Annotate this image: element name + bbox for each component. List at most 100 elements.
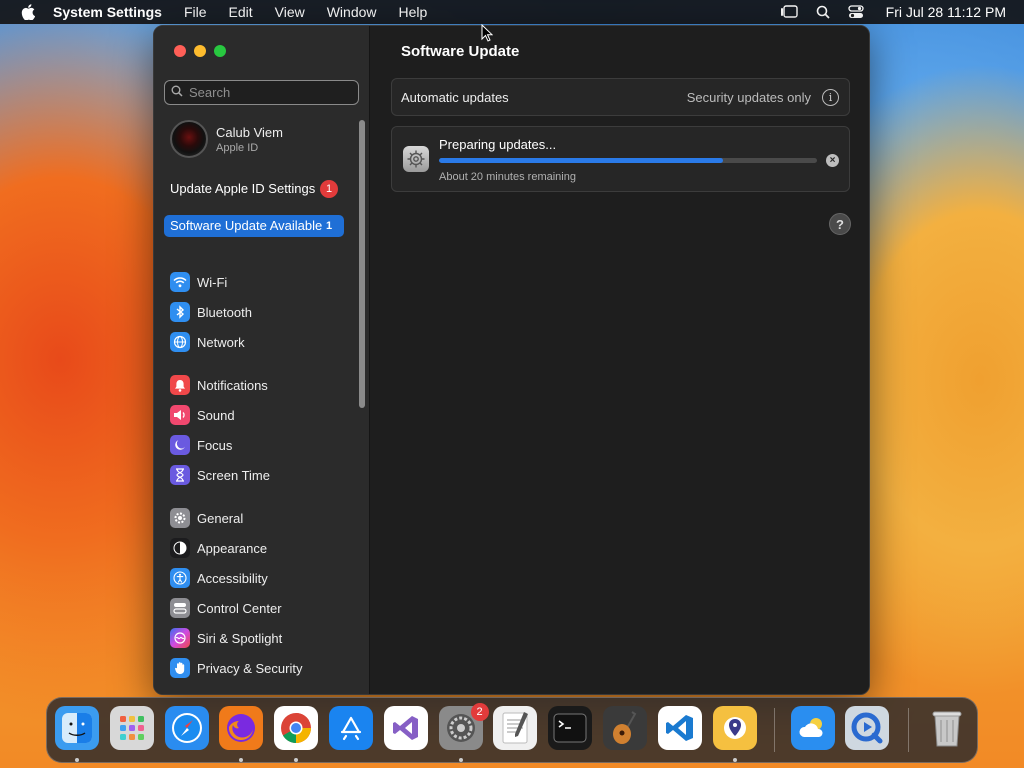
preparing-updates-card: Preparing updates... About 20 minutes re… — [391, 126, 850, 192]
dock-textedit-icon[interactable] — [493, 706, 538, 750]
sidebar-item-label: Update Apple ID Settings — [170, 181, 316, 196]
menu-edit[interactable]: Edit — [229, 4, 253, 20]
notification-badge: 1 — [320, 180, 338, 198]
stage-manager-icon[interactable] — [780, 5, 798, 19]
apple-id-account[interactable]: Calub Viem Apple ID — [170, 120, 283, 158]
system-settings-window: Calub Viem Apple ID Update Apple ID Sett… — [153, 25, 870, 695]
menu-clock[interactable]: Fri Jul 28 11:12 PM — [886, 4, 1006, 20]
dock-vs-code-icon[interactable] — [657, 706, 702, 750]
spotlight-search-icon[interactable] — [816, 5, 830, 19]
search-input[interactable] — [189, 85, 349, 100]
dock-running-indicator — [732, 758, 737, 762]
automatic-updates-label: Automatic updates — [401, 90, 509, 105]
sidebar-item-bluetooth[interactable]: Bluetooth — [170, 301, 252, 323]
sidebar-item-software-update-available[interactable]: Software Update Available 1 — [164, 215, 344, 237]
sidebar-item-label: Wi-Fi — [197, 274, 228, 290]
sidebar-item-control-center[interactable]: Control Center — [170, 597, 282, 619]
dock-app-store-icon[interactable] — [329, 706, 373, 750]
sidebar-item-label: Screen Time — [197, 467, 270, 483]
dock-safari-icon[interactable] — [164, 706, 209, 750]
window-controls — [174, 45, 234, 57]
menu-app-name[interactable]: System Settings — [53, 4, 162, 20]
sidebar-item-label: Sound — [197, 407, 235, 423]
dock-chrome-icon[interactable] — [274, 706, 319, 750]
dock-running-indicator — [75, 758, 79, 762]
sidebar-item-network[interactable]: Network — [170, 331, 245, 353]
close-window-button[interactable] — [174, 45, 186, 57]
minimize-window-button[interactable] — [194, 45, 206, 57]
dock-terminal-icon[interactable] — [548, 706, 593, 750]
search-icon — [171, 84, 183, 102]
dock-running-indicator — [458, 758, 463, 762]
update-progress-bar — [439, 158, 817, 163]
dock-notification-badge: 2 — [470, 703, 489, 721]
apple-menu-icon[interactable] — [18, 0, 38, 24]
menu-help[interactable]: Help — [399, 4, 428, 20]
sidebar-item-label: Focus — [197, 437, 233, 453]
dock-garageband-icon[interactable] — [603, 706, 647, 750]
sidebar-item-general[interactable]: General — [170, 507, 243, 529]
sidebar-item-label: General — [197, 510, 244, 526]
menu-view[interactable]: View — [275, 4, 305, 20]
zoom-window-button[interactable] — [214, 45, 226, 57]
globe-icon — [170, 332, 190, 352]
help-button[interactable]: ? — [829, 213, 851, 235]
sidebar-item-label: Accessibility — [197, 570, 268, 586]
menu-window[interactable]: Window — [327, 4, 377, 20]
sidebar: Calub Viem Apple ID Update Apple ID Sett… — [154, 26, 370, 694]
siri-icon — [170, 628, 190, 648]
sidebar-item-accessibility[interactable]: Accessibility — [170, 567, 268, 589]
sidebar-scrollbar[interactable] — [359, 120, 365, 408]
dock-separator — [908, 708, 909, 752]
cancel-update-button[interactable]: × — [826, 154, 839, 167]
page-title: Software Update — [401, 43, 520, 60]
account-subtitle: Apple ID — [216, 141, 259, 154]
dock-quicktime-icon[interactable] — [845, 706, 889, 750]
dock-running-indicator — [294, 758, 299, 762]
sidebar-item-sound[interactable]: Sound — [170, 404, 235, 426]
sidebar-item-wifi[interactable]: Wi-Fi — [170, 271, 227, 293]
sidebar-item-label: Bluetooth — [197, 304, 252, 320]
sidebar-item-label: Privacy & Security — [197, 660, 303, 676]
dock-finder-icon[interactable] — [55, 706, 99, 750]
accessibility-icon — [170, 568, 190, 588]
dock-trash-icon[interactable] — [925, 706, 969, 750]
software-update-gear-icon — [403, 146, 429, 172]
appearance-icon — [170, 538, 190, 558]
sidebar-item-update-apple-id[interactable]: Update Apple ID Settings 1 — [164, 178, 344, 200]
mouse-cursor-icon — [481, 23, 494, 47]
menu-file[interactable]: File — [184, 4, 207, 20]
sidebar-item-focus[interactable]: Focus — [170, 434, 232, 456]
sidebar-item-label: Appearance — [197, 540, 268, 556]
wifi-icon — [170, 272, 190, 292]
sidebar-item-label: Software Update Available — [170, 218, 323, 233]
automatic-updates-value: Security updates only — [686, 90, 811, 105]
dock-weather-icon[interactable] — [791, 706, 835, 750]
sidebar-item-appearance[interactable]: Appearance — [170, 537, 267, 559]
sidebar-item-label: Network — [197, 334, 245, 350]
dock-firefox-icon[interactable] — [219, 706, 264, 750]
dock-running-indicator — [239, 758, 244, 762]
time-remaining-text: About 20 minutes remaining — [439, 171, 576, 183]
sidebar-item-screen-time[interactable]: Screen Time — [170, 464, 270, 486]
notification-badge: 1 — [325, 220, 333, 232]
control-center-icon[interactable] — [847, 5, 864, 19]
menu-bar: System Settings File Edit View Window He… — [0, 0, 1024, 24]
sidebar-item-notifications[interactable]: Notifications — [170, 374, 268, 396]
main-pane: Software Update Automatic updates Securi… — [370, 26, 869, 694]
dock-bitwarden-icon[interactable] — [712, 706, 757, 750]
sidebar-item-privacy-security[interactable]: Privacy & Security — [170, 657, 302, 679]
sidebar-item-label: Siri & Spotlight — [197, 630, 283, 646]
gear-icon — [170, 508, 190, 528]
dock: 2 — [46, 697, 978, 763]
sidebar-item-label: Control Center — [197, 600, 282, 616]
dock-visual-studio-icon[interactable] — [383, 706, 428, 750]
dock-launchpad-icon[interactable] — [109, 706, 154, 750]
sidebar-item-siri-spotlight[interactable]: Siri & Spotlight — [170, 627, 282, 649]
account-name: Calub Viem — [216, 124, 283, 140]
search-field[interactable] — [164, 80, 359, 105]
bell-icon — [170, 375, 190, 395]
info-icon[interactable]: i — [822, 89, 839, 106]
preparing-updates-title: Preparing updates... — [439, 137, 557, 152]
speaker-icon — [170, 405, 190, 425]
